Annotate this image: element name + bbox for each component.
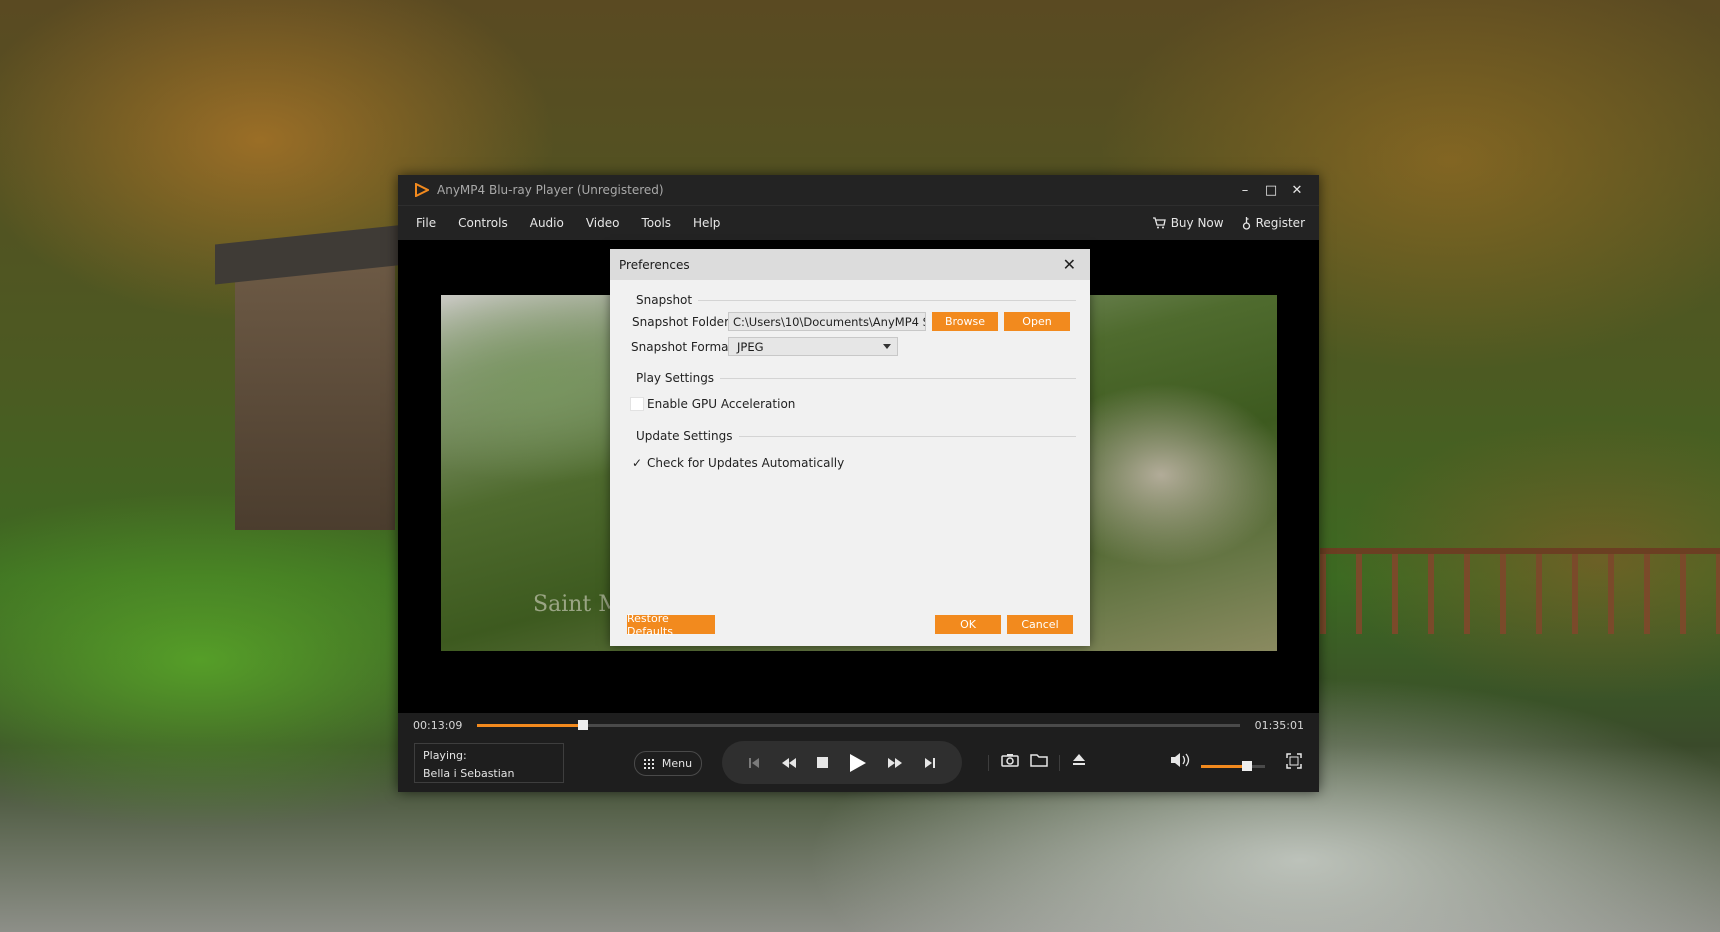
- menu-tools[interactable]: Tools: [641, 216, 671, 230]
- title-bar: AnyMP4 Blu-ray Player (Unregistered) – □…: [398, 175, 1319, 205]
- play-icon: [849, 753, 866, 772]
- skip-next-icon: [924, 757, 935, 768]
- grid-icon: [643, 758, 654, 769]
- gpu-acceleration-checkbox[interactable]: [630, 397, 644, 411]
- gpu-acceleration-label[interactable]: Enable GPU Acceleration: [647, 397, 795, 411]
- cart-icon: [1152, 217, 1166, 229]
- now-playing-title: Bella i Sebastian: [423, 767, 515, 780]
- snapshot-format-value: JPEG: [737, 340, 764, 354]
- progress-fill: [477, 723, 583, 727]
- menu-video[interactable]: Video: [586, 216, 620, 230]
- menu-audio[interactable]: Audio: [530, 216, 564, 230]
- total-time: 01:35:01: [1254, 718, 1304, 732]
- snapshot-format-label: Snapshot Format:: [631, 340, 738, 354]
- control-bar: Playing: Bella i Sebastian Menu: [398, 737, 1319, 792]
- update-settings-group-header: Update Settings: [620, 429, 1076, 443]
- eject-icon: [1073, 754, 1085, 765]
- volume-fill: [1201, 765, 1248, 768]
- disc-menu-label: Menu: [661, 757, 693, 770]
- background-house: [235, 260, 395, 530]
- app-title: AnyMP4 Blu-ray Player (Unregistered): [437, 183, 664, 197]
- browse-button[interactable]: Browse: [932, 312, 998, 331]
- fast-forward-icon: [888, 757, 903, 768]
- rewind-icon: [781, 757, 796, 768]
- buy-now-label: Buy Now: [1170, 216, 1224, 230]
- play-settings-heading: Play Settings: [636, 371, 715, 385]
- minimize-button[interactable]: –: [1237, 182, 1253, 198]
- auto-update-label[interactable]: Check for Updates Automatically: [647, 456, 844, 470]
- separator: [1059, 755, 1060, 771]
- snapshot-folder-input[interactable]: C:\Users\10\Documents\AnyMP4 Studio: [728, 312, 926, 331]
- snapshot-group-header: Snapshot: [620, 293, 1076, 307]
- eject-button[interactable]: [1072, 753, 1086, 770]
- next-chapter-button[interactable]: [924, 757, 936, 769]
- update-settings-heading: Update Settings: [636, 429, 733, 443]
- volume-thumb[interactable]: [1242, 761, 1253, 771]
- snapshot-format-select[interactable]: JPEG: [728, 337, 898, 356]
- current-time: 00:13:09: [413, 718, 463, 732]
- volume-slider[interactable]: [1201, 761, 1265, 771]
- stop-icon: [817, 757, 829, 768]
- disc-menu-button[interactable]: Menu: [634, 751, 702, 776]
- maximize-button[interactable]: □: [1263, 182, 1279, 198]
- rewind-button[interactable]: [781, 757, 797, 769]
- folder-icon: [1030, 754, 1048, 767]
- open-snapshot-folder-button[interactable]: [1030, 753, 1048, 770]
- play-settings-group-header: Play Settings: [620, 371, 1076, 385]
- menu-file[interactable]: File: [416, 216, 436, 230]
- progress-track[interactable]: [477, 719, 1240, 730]
- snapshot-heading: Snapshot: [636, 293, 693, 307]
- cancel-button[interactable]: Cancel: [1007, 615, 1073, 634]
- transport-controls: [722, 741, 962, 784]
- chevron-down-icon: [883, 344, 891, 349]
- volume-button[interactable]: [1170, 753, 1190, 770]
- menu-controls[interactable]: Controls: [458, 216, 508, 230]
- buy-now-button[interactable]: Buy Now: [1152, 216, 1224, 230]
- background-bridge: [1320, 548, 1720, 634]
- volume-icon: [1171, 753, 1190, 767]
- dialog-close-icon[interactable]: ✕: [1063, 255, 1076, 274]
- now-playing-label: Playing:: [423, 749, 467, 762]
- snapshot-folder-label: Snapshot Folder:: [632, 315, 733, 329]
- fast-forward-button[interactable]: [887, 757, 903, 769]
- register-button[interactable]: Register: [1242, 216, 1305, 230]
- progress-thumb[interactable]: [577, 719, 588, 730]
- dialog-title-bar: Preferences ✕: [610, 249, 1090, 280]
- video-caption: Saint M: [533, 592, 621, 617]
- stop-button[interactable]: [817, 757, 829, 768]
- separator: [988, 755, 989, 771]
- skip-previous-icon: [749, 757, 760, 768]
- now-playing-box: Playing: Bella i Sebastian: [414, 743, 564, 783]
- progress-row: 00:13:09 01:35:01: [398, 713, 1319, 737]
- play-button[interactable]: [849, 753, 867, 773]
- open-folder-button[interactable]: Open: [1004, 312, 1070, 331]
- fullscreen-button[interactable]: [1286, 753, 1302, 772]
- preferences-dialog: Preferences ✕ Snapshot Snapshot Folder: …: [610, 249, 1090, 646]
- restore-defaults-button[interactable]: Restore Defaults: [627, 612, 715, 638]
- close-button[interactable]: ✕: [1289, 182, 1305, 198]
- register-label: Register: [1255, 216, 1305, 230]
- app-logo-icon: [415, 183, 429, 197]
- key-icon: [1242, 216, 1250, 230]
- snapshot-button[interactable]: [1001, 753, 1019, 770]
- menu-bar: File Controls Audio Video Tools Help Buy…: [398, 205, 1319, 240]
- fullscreen-icon: [1286, 753, 1302, 769]
- menu-help[interactable]: Help: [693, 216, 720, 230]
- camera-icon: [1001, 754, 1019, 767]
- auto-update-checkbox[interactable]: ✓: [630, 456, 644, 470]
- ok-button[interactable]: OK: [935, 615, 1001, 634]
- previous-chapter-button[interactable]: [748, 757, 760, 769]
- dialog-title: Preferences: [619, 257, 690, 272]
